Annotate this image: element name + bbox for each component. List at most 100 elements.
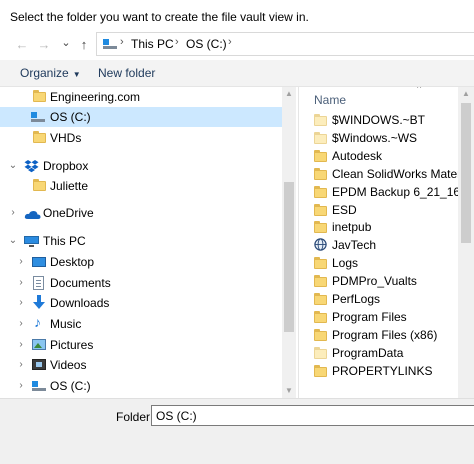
dropdown-caret-icon: ▼ — [72, 70, 81, 79]
folder-list-item-label: PDMPro_Vualts — [332, 274, 417, 289]
folder-list-item-label: Logs — [332, 256, 359, 271]
folder-icon — [314, 185, 327, 198]
folder-list-item[interactable]: Program Files (x86) — [314, 326, 458, 344]
nav-item-os-c[interactable]: › OS (C:) — [0, 376, 282, 396]
nav-item-label: Downloads — [50, 296, 110, 310]
folder-icon — [314, 131, 327, 144]
back-arrow-icon[interactable]: ← — [14, 36, 30, 54]
folder-list-item[interactable]: Program Files — [314, 308, 458, 326]
list-scrollbar[interactable]: ▲ — [458, 87, 474, 398]
chevron-right-icon[interactable]: › — [16, 339, 26, 350]
folder-list-item-label: JavTech — [332, 238, 377, 253]
folder-list-item-label: Program Files — [332, 309, 407, 324]
chevron-right-icon[interactable]: › — [16, 297, 26, 308]
chevron-right-icon[interactable]: › — [8, 207, 18, 218]
folder-list-item-label: ProgramData — [332, 345, 404, 360]
pane-splitter[interactable] — [298, 87, 299, 398]
downloads-icon — [33, 295, 45, 313]
nav-item-videos[interactable]: › Videos — [0, 355, 282, 375]
folder-list-item[interactable]: PROPERTYLINKS — [314, 362, 458, 380]
scroll-down-arrow-icon[interactable]: ▼ — [281, 386, 296, 395]
breadcrumb-os-c[interactable]: OS (C:) — [186, 37, 227, 51]
folder-icon — [314, 293, 327, 305]
up-folder-icon[interactable]: ↑ — [76, 36, 92, 54]
folder-field[interactable]: OS (C:) — [151, 405, 474, 426]
nav-item-downloads[interactable]: › Downloads — [0, 293, 282, 313]
folder-list-item[interactable]: Clean SolidWorks Material — [314, 165, 458, 183]
chevron-right-icon[interactable]: › — [16, 380, 26, 391]
address-bar[interactable]: › This PC › OS (C:) › — [96, 32, 474, 56]
pictures-icon — [32, 339, 46, 350]
folder-list-item[interactable]: $WINDOWS.~BT — [314, 111, 458, 129]
folder-list-item[interactable]: EPDM Backup 6_21_16 — [314, 183, 458, 201]
vault-globe-icon — [314, 238, 327, 254]
folder-icon — [314, 364, 327, 377]
folder-list-item[interactable]: ESD — [314, 201, 458, 219]
folder-list: Name ^ $WINDOWS.~BT $Windows.~WS Autodesk C… — [300, 87, 458, 398]
nav-item-desktop[interactable]: › Desktop — [0, 252, 282, 272]
nav-item-label: Engineering.com — [50, 90, 141, 104]
pc-icon — [24, 236, 39, 247]
breadcrumb-separator-icon: › — [175, 36, 179, 48]
scroll-up-arrow-icon[interactable]: ▲ — [458, 89, 474, 98]
folder-list-item[interactable]: Autodesk — [314, 147, 458, 165]
nav-item-os-c-selected[interactable]: OS (C:) — [0, 107, 282, 127]
nav-item-onedrive[interactable]: › OneDrive — [0, 203, 282, 223]
nav-item-label: OneDrive — [43, 206, 94, 220]
nav-item-label: Documents — [50, 276, 111, 290]
folder-list-item-label: $Windows.~WS — [332, 130, 418, 145]
nav-item-dropbox[interactable]: ⌄ Dropbox — [0, 156, 282, 176]
name-column-header[interactable]: Name — [314, 93, 346, 107]
nav-item-vhds[interactable]: VHDs — [0, 128, 282, 148]
folder-list-item-label: ESD — [332, 202, 357, 217]
folder-list-item-label: Program Files (x86) — [332, 327, 438, 342]
forward-arrow-icon[interactable]: → — [36, 36, 52, 54]
folder-list-item-label: PROPERTYLINKS — [332, 363, 433, 378]
videos-icon — [32, 359, 46, 370]
chevron-down-icon[interactable]: ⌄ — [8, 235, 18, 246]
chevron-right-icon[interactable]: › — [16, 277, 26, 288]
nav-item-this-pc[interactable]: ⌄ This PC — [0, 231, 282, 251]
folder-list-item[interactable]: Logs — [314, 254, 458, 272]
recent-locations-icon[interactable]: ⌄ — [58, 34, 74, 52]
drive-icon — [31, 112, 45, 122]
computer-drive-icon — [103, 39, 117, 49]
folder-icon — [314, 310, 327, 323]
dialog-title: Select the folder you want to create the… — [10, 10, 309, 24]
folder-list-item[interactable]: $Windows.~WS — [314, 129, 458, 147]
command-toolbar: Organize ▼ New folder — [0, 60, 474, 87]
list-scrollbar-thumb[interactable] — [461, 103, 471, 243]
new-folder-button[interactable]: New folder — [98, 66, 155, 80]
folder-icon — [33, 131, 46, 143]
folder-list-item-label: EPDM Backup 6_21_16 — [332, 184, 458, 199]
folder-icon — [314, 257, 327, 270]
chevron-right-icon[interactable]: › — [16, 256, 26, 267]
folder-list-item[interactable]: ProgramData — [314, 344, 458, 362]
nav-item-documents[interactable]: › Documents — [0, 273, 282, 293]
scroll-up-arrow-icon[interactable]: ▲ — [281, 89, 296, 98]
folder-icon — [314, 114, 327, 126]
dropbox-icon — [24, 160, 39, 176]
folder-icon — [33, 90, 46, 102]
organize-label: Organize — [20, 66, 69, 80]
folder-list-item-label: Clean SolidWorks Material — [332, 166, 458, 181]
nav-scrollbar-thumb[interactable] — [284, 182, 294, 332]
chevron-right-icon[interactable]: › — [16, 359, 26, 370]
chevron-right-icon[interactable]: › — [16, 318, 26, 329]
dialog-footer: Folder: OS (C:) — [0, 398, 474, 464]
folder-list-item[interactable]: PDMPro_Vualts — [314, 272, 458, 290]
nav-scrollbar[interactable]: ▲ ▼ — [282, 87, 296, 398]
folder-list-item[interactable]: PerfLogs — [314, 290, 458, 308]
chevron-down-icon[interactable]: ⌄ — [8, 160, 18, 171]
breadcrumb-this-pc[interactable]: This PC — [131, 37, 174, 51]
folder-icon — [314, 203, 327, 216]
folder-icon — [314, 328, 327, 341]
folder-icon — [314, 275, 327, 288]
organize-button[interactable]: Organize ▼ — [20, 66, 81, 80]
nav-item-juliette[interactable]: Juliette — [0, 176, 282, 196]
folder-list-item[interactable]: JavTech — [314, 236, 458, 254]
nav-item-engineering[interactable]: Engineering.com — [0, 87, 282, 107]
nav-item-pictures[interactable]: › Pictures — [0, 335, 282, 355]
folder-list-item[interactable]: inetpub — [314, 218, 458, 236]
nav-item-music[interactable]: › ♪ Music — [0, 314, 282, 334]
